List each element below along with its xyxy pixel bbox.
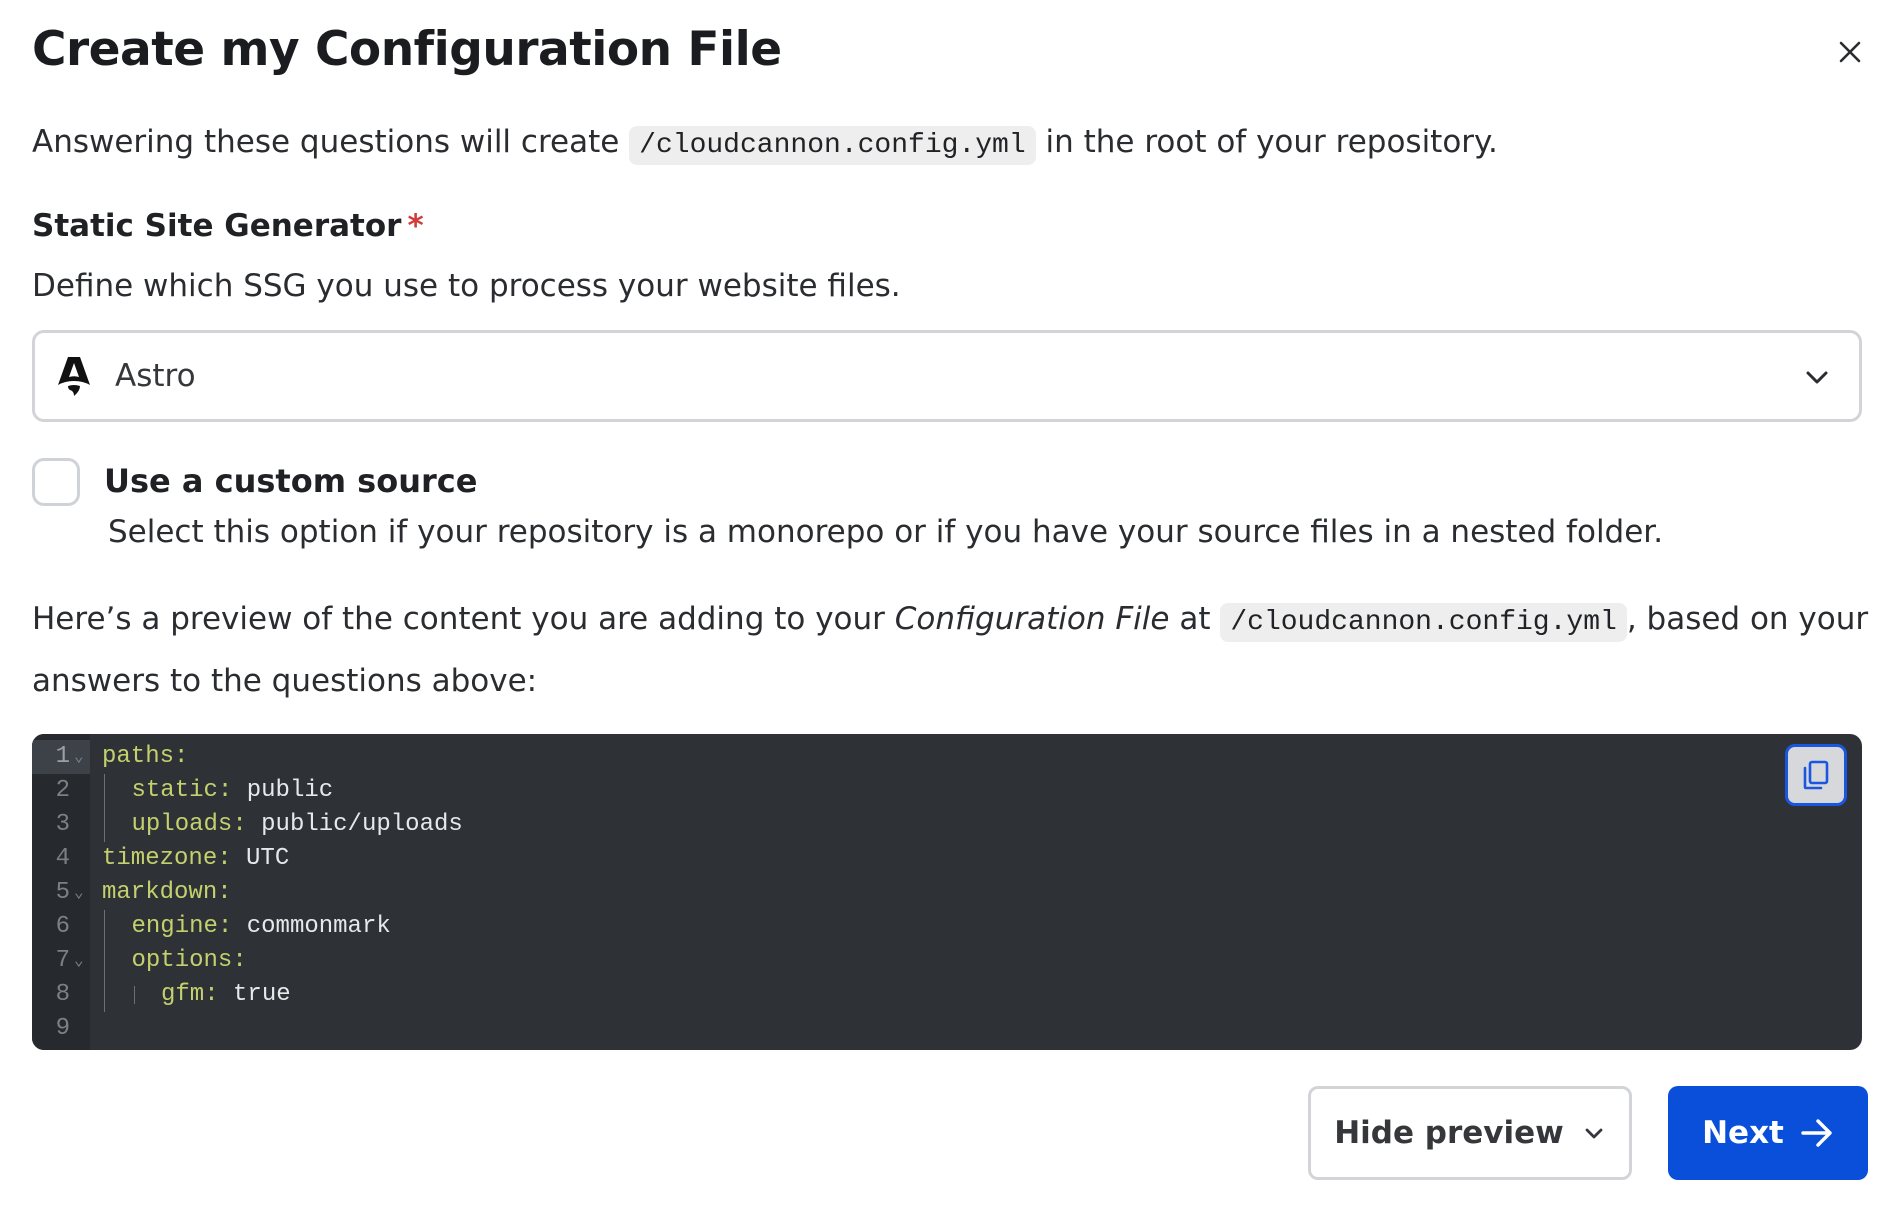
ssg-label-text: Static Site Generator (32, 208, 402, 244)
preview-text-before: Here’s a preview of the content you are … (32, 601, 895, 637)
line-number: 4 (55, 845, 70, 872)
config-path-code: /cloudcannon.config.yml (629, 126, 1036, 165)
required-marker: * (407, 208, 424, 244)
code-line: 4 timezone: UTC (32, 842, 1862, 876)
next-button[interactable]: Next (1668, 1086, 1868, 1180)
code-preview: 1 ⌄ paths: 2 static: public 3 uploads: public/… (32, 734, 1862, 1050)
indent-guide (104, 808, 105, 842)
custom-source-help: Select this option if your repository is… (108, 514, 1664, 550)
indent-guide (104, 774, 105, 808)
hide-preview-label: Hide preview (1334, 1115, 1564, 1151)
intro-after: in the root of your repository. (1035, 124, 1498, 160)
yaml-separator: : (232, 811, 262, 838)
code-line: 8 gfm: true (32, 978, 1862, 1012)
astro-logo-icon (57, 354, 93, 398)
close-button[interactable] (1830, 32, 1870, 72)
arrow-right-icon (1801, 1119, 1832, 1147)
ssg-field-help: Define which SSG you use to process your… (32, 268, 901, 304)
yaml-key: static (131, 777, 218, 804)
yaml-key: markdown (102, 879, 218, 906)
line-number: 6 (55, 913, 70, 940)
code-line: 5 ⌄ markdown: (32, 876, 1862, 910)
yaml-key: options (131, 947, 233, 974)
code-line: 9 (32, 1012, 1862, 1046)
intro-before: Answering these questions will create (32, 124, 630, 160)
yaml-separator: : (217, 845, 247, 872)
yaml-key: uploads (131, 811, 233, 838)
line-number: 8 (55, 981, 70, 1008)
code-line: 2 static: public (32, 774, 1862, 808)
intro-text: Answering these questions will create /c… (32, 124, 1498, 165)
yaml-key: gfm (161, 981, 205, 1008)
yaml-separator: : (217, 879, 232, 906)
yaml-separator: : (204, 981, 234, 1008)
line-number: 1 (55, 743, 70, 770)
code-line: 7 ⌄ options: (32, 944, 1862, 978)
preview-description: Here’s a preview of the content you are … (32, 590, 1872, 710)
code-content: options: (132, 944, 247, 978)
chevron-down-icon (1585, 1128, 1603, 1139)
dialog-title: Create my Configuration File (32, 22, 782, 77)
code-line: 3 uploads: public/uploads (32, 808, 1862, 842)
yaml-value: true (233, 981, 291, 1008)
code-content: paths: (102, 740, 188, 774)
code-line: 1 ⌄ paths: (32, 740, 1862, 774)
yaml-separator: : (174, 743, 189, 770)
yaml-separator: : (217, 913, 247, 940)
fold-toggle-icon[interactable]: ⌄ (74, 740, 84, 774)
fold-toggle-icon[interactable]: ⌄ (74, 876, 84, 910)
yaml-value: commonmark (246, 913, 391, 940)
yaml-separator: : (217, 777, 247, 804)
indent-guide (104, 910, 105, 944)
line-number: 9 (55, 1015, 70, 1042)
line-number: 3 (55, 811, 70, 838)
code-line: 6 engine: commonmark (32, 910, 1862, 944)
line-number: 5 (55, 879, 70, 906)
yaml-separator: : (232, 947, 247, 974)
custom-source-checkbox[interactable] (32, 458, 80, 506)
ssg-selected-value: Astro (115, 358, 196, 394)
code-content: static: public (132, 774, 334, 808)
code-content: markdown: (102, 876, 232, 910)
code-content: timezone: UTC (102, 842, 289, 876)
code-content: gfm: true (161, 978, 291, 1012)
create-config-dialog: Create my Configuration File Answering t… (0, 0, 1900, 1212)
code-content: engine: commonmark (132, 910, 391, 944)
preview-text-mid: at (1169, 601, 1221, 637)
custom-source-label[interactable]: Use a custom source (104, 462, 477, 500)
next-label: Next (1702, 1115, 1784, 1151)
chevron-down-icon (1806, 371, 1828, 384)
yaml-key: paths (102, 743, 175, 770)
preview-config-path-code: /cloudcannon.config.yml (1220, 603, 1627, 642)
line-number: 7 (55, 947, 70, 974)
ssg-select[interactable]: Astro (32, 330, 1862, 422)
copy-button[interactable] (1785, 744, 1847, 806)
yaml-value: UTC (246, 845, 290, 872)
line-number: 2 (55, 777, 70, 804)
code-content: uploads: public/uploads (132, 808, 463, 842)
indent-guide (133, 986, 135, 1004)
ssg-field-label: Static Site Generator * (32, 208, 424, 244)
preview-text-em: Configuration File (894, 601, 1170, 637)
yaml-key: timezone (102, 845, 218, 872)
yaml-value: public/uploads (261, 811, 463, 838)
yaml-key: engine (131, 913, 218, 940)
indent-guide (104, 978, 105, 1012)
hide-preview-button[interactable]: Hide preview (1308, 1086, 1632, 1180)
yaml-value: public (246, 777, 334, 804)
close-icon (1839, 41, 1861, 63)
copy-icon (1803, 760, 1829, 790)
fold-toggle-icon[interactable]: ⌄ (74, 944, 84, 978)
indent-guide (104, 944, 105, 978)
